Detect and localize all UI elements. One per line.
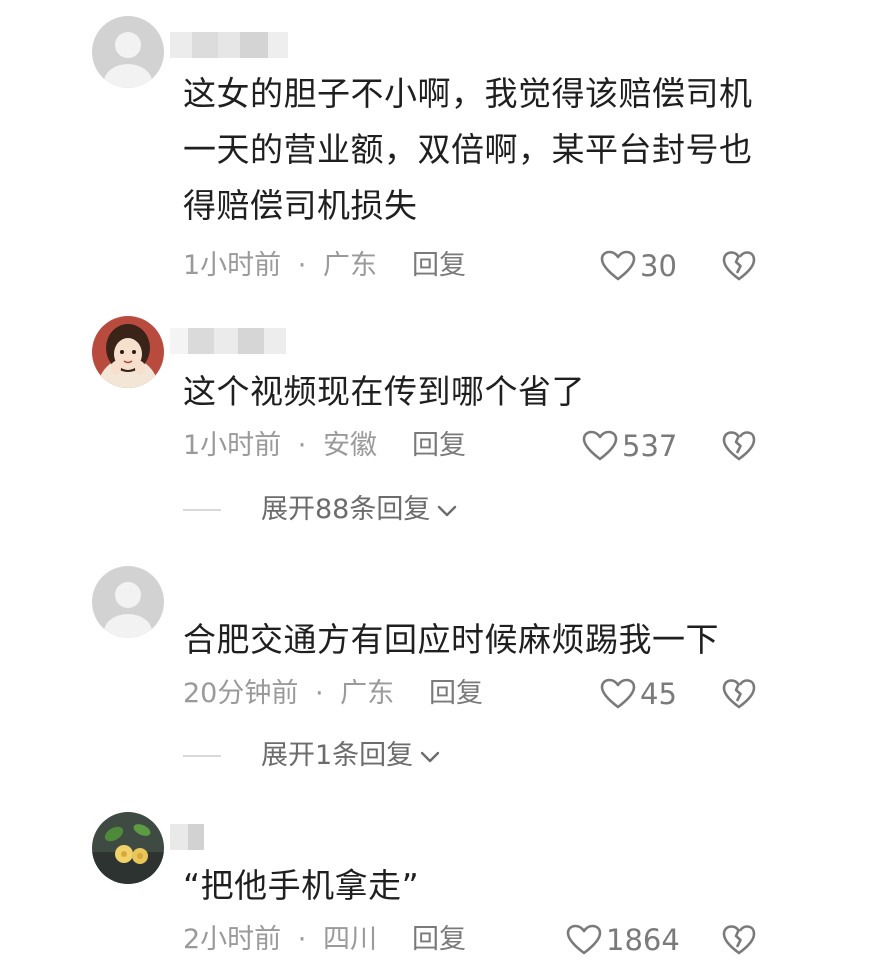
heart-icon bbox=[600, 678, 636, 709]
like-button[interactable]: 30 bbox=[600, 246, 677, 286]
comment-location: 安徽 bbox=[322, 430, 377, 461]
avatar[interactable] bbox=[92, 316, 164, 388]
comment-meta: 1小时前 · 广东 回复 bbox=[183, 246, 466, 286]
chevron-down-icon bbox=[419, 736, 441, 776]
default-avatar-icon bbox=[92, 16, 164, 88]
comment-meta: 20分钟前 · 广东 回复 bbox=[183, 674, 483, 714]
comment-text: “把他手机拿走” bbox=[183, 866, 420, 905]
reply-button[interactable]: 回复 bbox=[412, 246, 466, 286]
broken-heart-icon bbox=[722, 251, 756, 281]
divider-line bbox=[183, 755, 221, 757]
broken-heart-icon bbox=[722, 679, 756, 709]
broken-heart-icon bbox=[722, 925, 756, 955]
username-blurred[interactable] bbox=[170, 328, 286, 354]
heart-icon bbox=[600, 250, 636, 281]
like-button[interactable]: 537 bbox=[582, 426, 677, 466]
heart-icon bbox=[566, 924, 602, 955]
comment-time: 20分钟前 bbox=[183, 678, 299, 709]
expand-replies-button[interactable]: 展开1条回复 bbox=[183, 736, 441, 776]
divider-line bbox=[183, 509, 221, 511]
comment-time: 1小时前 bbox=[183, 430, 282, 461]
like-button[interactable]: 45 bbox=[600, 674, 677, 714]
comment-text: 这个视频现在传到哪个省了 bbox=[183, 372, 585, 411]
like-count: 1864 bbox=[606, 923, 680, 957]
like-count: 45 bbox=[640, 677, 677, 711]
dislike-button[interactable] bbox=[722, 430, 756, 464]
comment-time: 1小时前 bbox=[183, 250, 282, 281]
meta-separator: · bbox=[297, 430, 307, 461]
like-button[interactable]: 1864 bbox=[566, 920, 680, 960]
expand-replies-button[interactable]: 展开88条回复 bbox=[183, 490, 458, 530]
dislike-button[interactable] bbox=[722, 678, 756, 712]
like-count: 30 bbox=[640, 249, 677, 283]
comment-text: 这女的胆子不小啊，我觉得该赔偿司机一天的营业额，双倍啊，某平台封号也得赔偿司机损… bbox=[183, 74, 753, 225]
meta-separator: · bbox=[314, 678, 324, 709]
expand-replies-label: 展开1条回复 bbox=[261, 740, 414, 771]
reply-button[interactable]: 回复 bbox=[429, 674, 483, 714]
avatar[interactable] bbox=[92, 812, 164, 884]
chevron-down-icon bbox=[436, 490, 458, 530]
anime-girl-avatar bbox=[92, 316, 164, 388]
meta-separator: · bbox=[297, 250, 307, 281]
heart-icon bbox=[582, 430, 618, 461]
username-blurred[interactable] bbox=[170, 824, 204, 850]
reply-button[interactable]: 回复 bbox=[412, 426, 466, 466]
comment-location: 广东 bbox=[340, 678, 395, 709]
comment-time: 2小时前 bbox=[183, 924, 282, 955]
comment-location: 四川 bbox=[322, 924, 377, 955]
avatar[interactable] bbox=[92, 16, 164, 88]
meta-separator: · bbox=[297, 924, 307, 955]
comment-meta: 1小时前 · 安徽 回复 bbox=[183, 426, 466, 466]
dislike-button[interactable] bbox=[722, 924, 756, 958]
reply-button[interactable]: 回复 bbox=[412, 920, 466, 960]
default-avatar-icon bbox=[92, 566, 164, 638]
dislike-button[interactable] bbox=[722, 250, 756, 284]
flower-photo-avatar bbox=[92, 812, 164, 884]
broken-heart-icon bbox=[722, 431, 756, 461]
comment-meta: 2小时前 · 四川 回复 bbox=[183, 920, 466, 960]
like-count: 537 bbox=[622, 429, 678, 463]
comment-text: 合肥交通方有回应时候麻烦踢我一下 bbox=[183, 620, 719, 659]
username-blurred[interactable] bbox=[170, 32, 288, 58]
expand-replies-label: 展开88条回复 bbox=[261, 494, 431, 525]
comment-location: 广东 bbox=[322, 250, 377, 281]
avatar[interactable] bbox=[92, 566, 164, 638]
